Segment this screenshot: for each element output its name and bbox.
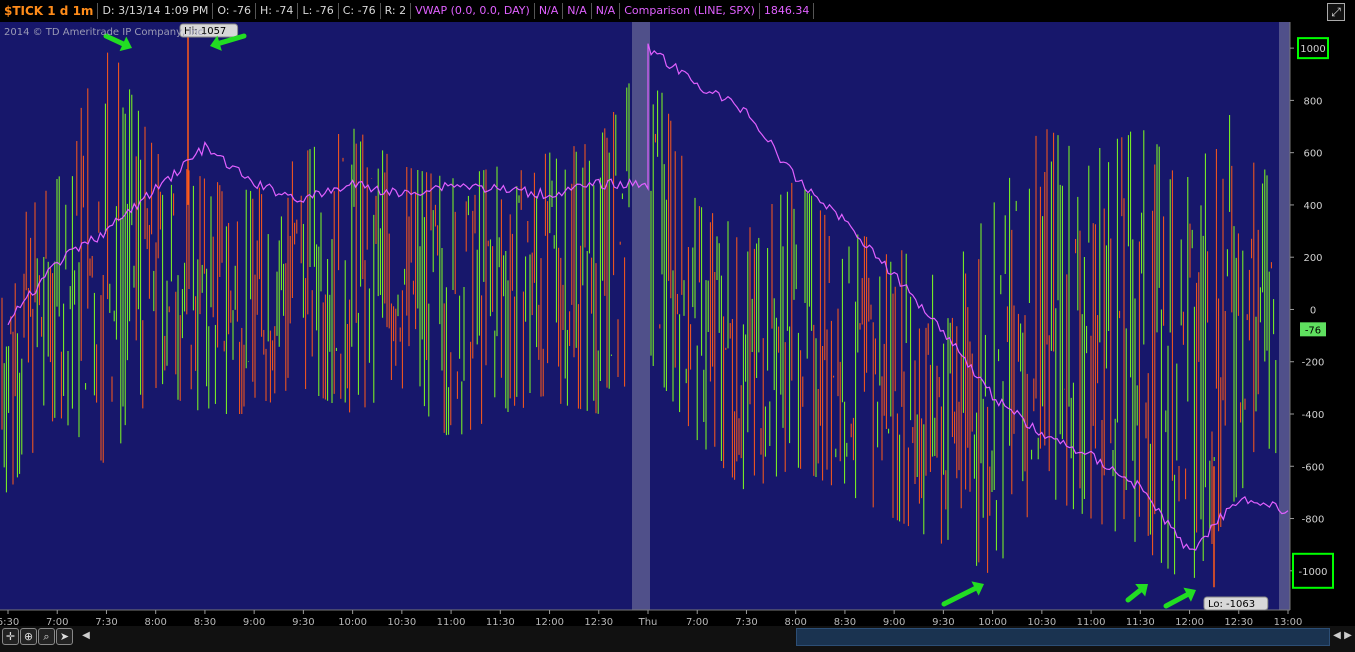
time-scrollbar[interactable] xyxy=(796,628,1330,646)
x-tick-label: 9:00 xyxy=(243,617,265,626)
x-tick-label: 8:30 xyxy=(834,617,856,626)
y-tick-label: 600 xyxy=(1303,149,1322,160)
x-tick-label: 10:30 xyxy=(1027,617,1056,626)
chart-window: $TICK 1 d 1m D: 3/13/14 1:09 PM O: -76 H… xyxy=(0,0,1355,652)
vwap-na-2: N/A xyxy=(563,3,592,19)
y-tick-label: -400 xyxy=(1302,410,1325,421)
chart-header: $TICK 1 d 1m D: 3/13/14 1:09 PM O: -76 H… xyxy=(0,0,1355,22)
vwap-na-1: N/A xyxy=(535,3,564,19)
close-label: C: -76 xyxy=(339,3,381,19)
x-tick-label: 11:00 xyxy=(1077,617,1106,626)
x-tick-label: 8:30 xyxy=(194,617,216,626)
range-label: R: 2 xyxy=(381,3,412,19)
vwap-label[interactable]: VWAP (0.0, 0.0, DAY) xyxy=(411,3,535,19)
x-tick-label: 8:00 xyxy=(784,617,806,626)
expansion-area-band xyxy=(1279,22,1290,610)
y-tick-label: -1000 xyxy=(1298,567,1327,578)
x-tick-label: 13:00 xyxy=(1274,617,1303,626)
x-tick-label: 7:30 xyxy=(735,617,757,626)
low-label: L: -76 xyxy=(298,3,339,19)
chart-plot: 1000 800 600 400 200 0 -200 -400 -600 -800 -1000 6:… xyxy=(0,22,1334,626)
y-tick-label: -600 xyxy=(1302,462,1325,473)
y-tick-label: 400 xyxy=(1303,201,1322,212)
x-tick-label: 12:00 xyxy=(535,617,564,626)
x-tick-label: 11:30 xyxy=(486,617,515,626)
zoom-in-icon[interactable]: ⊕ xyxy=(20,628,37,645)
x-tick-label: 12:30 xyxy=(584,617,613,626)
x-tick-label: 7:00 xyxy=(686,617,708,626)
x-tick-label: 8:00 xyxy=(144,617,166,626)
session-break-band xyxy=(632,22,650,610)
expand-chart-icon[interactable]: ⤢ xyxy=(1327,3,1345,21)
x-tick-label: 9:30 xyxy=(932,617,954,626)
symbol-label[interactable]: $TICK 1 d 1m xyxy=(0,3,99,19)
y-tick-label: 800 xyxy=(1303,96,1322,107)
vwap-na-3: N/A xyxy=(592,3,621,19)
x-tick-label: 10:30 xyxy=(387,617,416,626)
y-tick-label: -800 xyxy=(1302,515,1325,526)
date-label: D: 3/13/14 1:09 PM xyxy=(98,3,214,19)
high-label: H: -74 xyxy=(256,3,299,19)
comparison-value: 1846.34 xyxy=(760,3,815,19)
comparison-label[interactable]: Comparison (LINE, SPX) xyxy=(620,3,760,19)
y-tick-label: -200 xyxy=(1302,358,1325,369)
x-tick-label: 7:30 xyxy=(95,617,117,626)
x-tick-label: 6:30 xyxy=(0,617,19,626)
x-tick-label: 7:00 xyxy=(46,617,68,626)
y-tick-label: 200 xyxy=(1303,253,1322,264)
y-tick-label: 1000 xyxy=(1300,44,1325,55)
open-label: O: -76 xyxy=(213,3,256,19)
crosshair-tool-icon[interactable]: ✛ xyxy=(2,628,19,645)
x-tick-label: 12:00 xyxy=(1175,617,1204,626)
x-tick-label: Thu xyxy=(638,617,658,626)
last-price-tag: -76 xyxy=(1305,325,1321,336)
x-tick-label: 10:00 xyxy=(338,617,367,626)
scroll-left-icon[interactable]: ◀ xyxy=(80,628,92,644)
x-tick-label: 11:00 xyxy=(437,617,466,626)
copyright-watermark: 2014 © TD Ameritrade IP Company, Inc. xyxy=(4,27,207,38)
y-tick-label: 0 xyxy=(1310,305,1316,316)
lo-callout: Lo: -1063 xyxy=(1208,599,1255,610)
scroll-right-icon[interactable]: ▶ xyxy=(1342,628,1354,644)
x-tick-label: 9:30 xyxy=(292,617,314,626)
pointer-tool-icon[interactable]: ➤ xyxy=(56,628,73,645)
x-tick-label: 11:30 xyxy=(1126,617,1155,626)
zoom-search-icon[interactable]: ⌕ xyxy=(38,628,55,645)
x-tick-label: 10:00 xyxy=(978,617,1007,626)
x-tick-label: 9:00 xyxy=(883,617,905,626)
x-tick-label: 12:30 xyxy=(1224,617,1253,626)
